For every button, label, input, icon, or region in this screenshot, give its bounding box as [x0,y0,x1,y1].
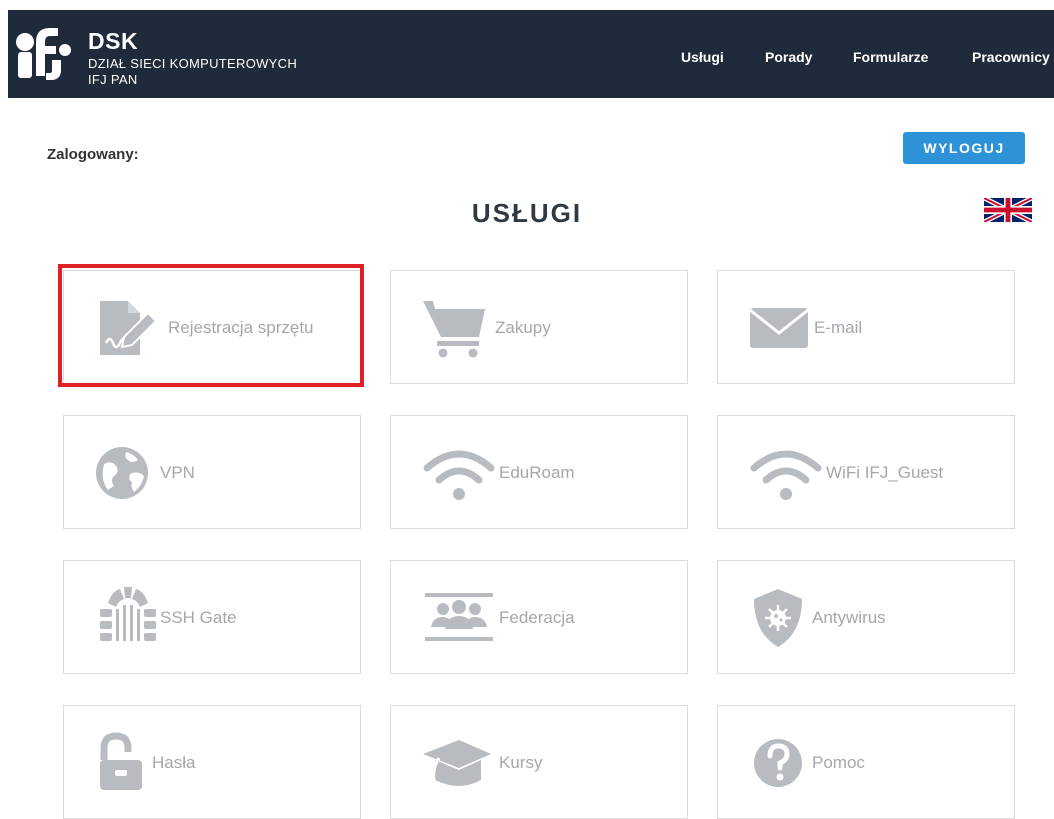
uk-flag-icon[interactable] [984,198,1032,222]
service-card-federacja[interactable]: Federacja [390,560,688,674]
nav-link-pracownicy[interactable]: Pracownicy [972,49,1050,65]
nav-link-formularze[interactable]: Formularze [853,49,928,65]
ifj-logo-icon[interactable] [12,22,74,82]
service-card-vpn[interactable]: VPN [63,415,361,529]
nav-link-uslugi[interactable]: Usługi [681,49,724,65]
service-card-pomoc[interactable]: Pomoc [717,705,1015,819]
brand-title: DSK [88,28,139,54]
brand-block: DSK DZIAŁ SIECI KOMPUTEROWYCH IFJ PAN [88,28,298,87]
service-card-kursy[interactable]: Kursy [390,705,688,819]
selection-highlight-box [58,264,364,387]
wifi-icon [423,440,495,506]
shield-virus-icon [748,585,808,651]
graduation-cap-icon [421,730,493,796]
brand-institute: IFJ PAN [88,72,138,87]
service-label: Federacja [499,608,575,627]
unlock-icon [94,730,150,796]
service-label: EduRoam [499,463,575,482]
wifi-icon [750,440,822,506]
service-label: E-mail [814,318,863,337]
service-label: SSH Gate [160,608,237,627]
service-card-ssh-gate[interactable]: SSH Gate [63,560,361,674]
service-label: Pomoc [812,753,865,772]
page-title: USŁUGI [471,198,583,228]
service-label: WiFi IFJ_Guest [826,463,944,482]
service-card-zakupy[interactable]: Zakupy [390,270,688,384]
service-label: VPN [160,463,195,482]
logged-in-label: Zalogowany: [47,146,139,163]
service-card-antywirus[interactable]: Antywirus [717,560,1015,674]
service-card-email[interactable]: E-mail [717,270,1015,384]
service-label: Antywirus [812,608,886,627]
nav-link-porady[interactable]: Porady [765,49,812,65]
gate-icon [94,585,160,651]
users-icon [423,585,495,651]
service-card-hasla[interactable]: Hasła [63,705,361,819]
top-header: DSK DZIAŁ SIECI KOMPUTEROWYCH IFJ PAN Us… [8,10,1054,98]
question-icon [750,730,806,796]
service-card-eduroam[interactable]: EduRoam [390,415,688,529]
service-label: Zakupy [495,318,551,337]
brand-subtitle: DZIAŁ SIECI KOMPUTEROWYCH [88,56,298,71]
shopping-cart-icon [421,295,487,361]
envelope-icon [748,295,810,361]
service-label: Kursy [499,753,543,772]
service-label: Hasła [152,753,196,772]
logout-button[interactable]: WYLOGUJ [903,132,1025,164]
globe-icon [94,440,160,506]
service-card-wifi-guest[interactable]: WiFi IFJ_Guest [717,415,1015,529]
